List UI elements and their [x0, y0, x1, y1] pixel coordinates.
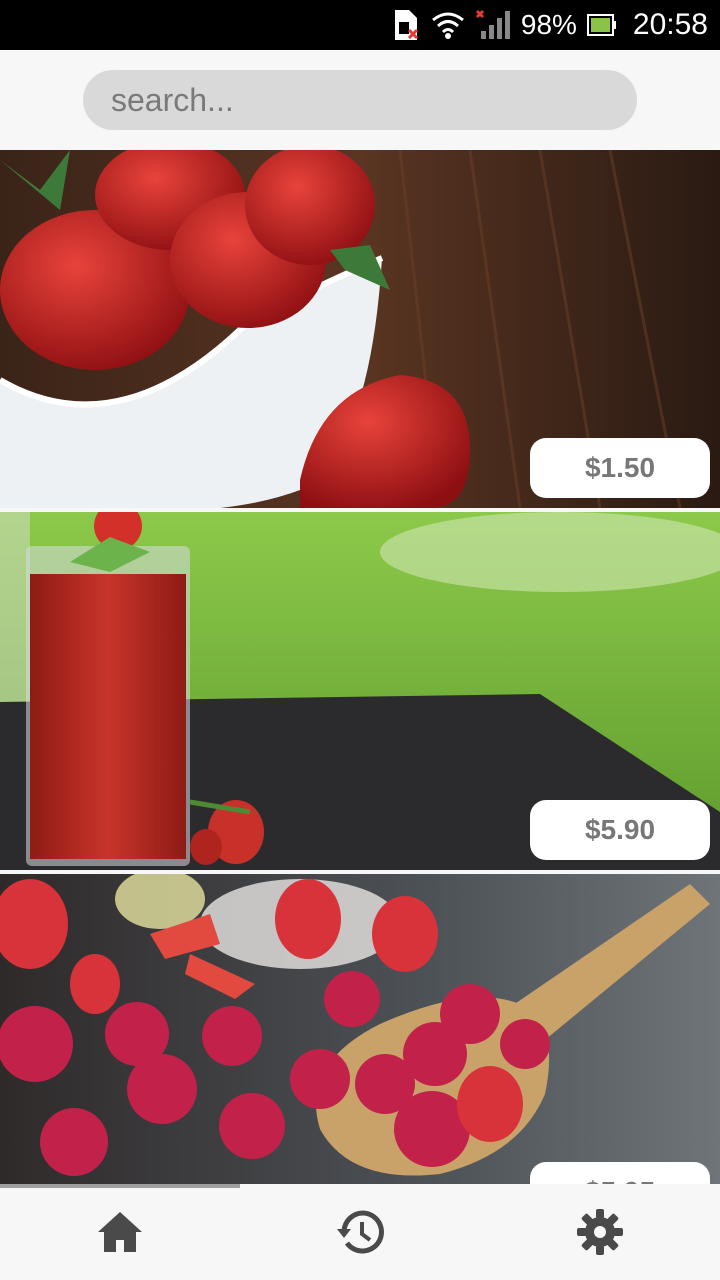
- raspberries-spoon-image: [0, 874, 720, 1184]
- signal-icon: [475, 9, 511, 41]
- search-input[interactable]: [83, 70, 637, 130]
- nav-settings[interactable]: [480, 1188, 720, 1280]
- nav-home[interactable]: [0, 1188, 240, 1280]
- home-icon: [96, 1210, 144, 1258]
- settings-icon: [576, 1208, 624, 1260]
- status-bar: 98% 20:58: [0, 0, 720, 50]
- history-icon: [335, 1209, 385, 1259]
- product-list[interactable]: $1.50 $5.90: [0, 150, 720, 1184]
- product-card[interactable]: $5.95: [0, 874, 720, 1184]
- search-bar: [0, 50, 720, 150]
- wifi-icon: [431, 10, 465, 40]
- product-card[interactable]: $1.50: [0, 150, 720, 508]
- price-badge: $1.50: [530, 438, 710, 498]
- price-badge: $5.90: [530, 800, 710, 860]
- nav-history[interactable]: [240, 1188, 480, 1280]
- product-card[interactable]: $5.90: [0, 512, 720, 870]
- clock: 20:58: [632, 8, 708, 41]
- bottom-nav: [0, 1188, 720, 1280]
- battery-percent: 98%: [520, 9, 577, 40]
- price-badge: $5.95: [530, 1162, 710, 1184]
- battery-icon: [586, 14, 617, 36]
- sim-card-icon: [391, 8, 421, 42]
